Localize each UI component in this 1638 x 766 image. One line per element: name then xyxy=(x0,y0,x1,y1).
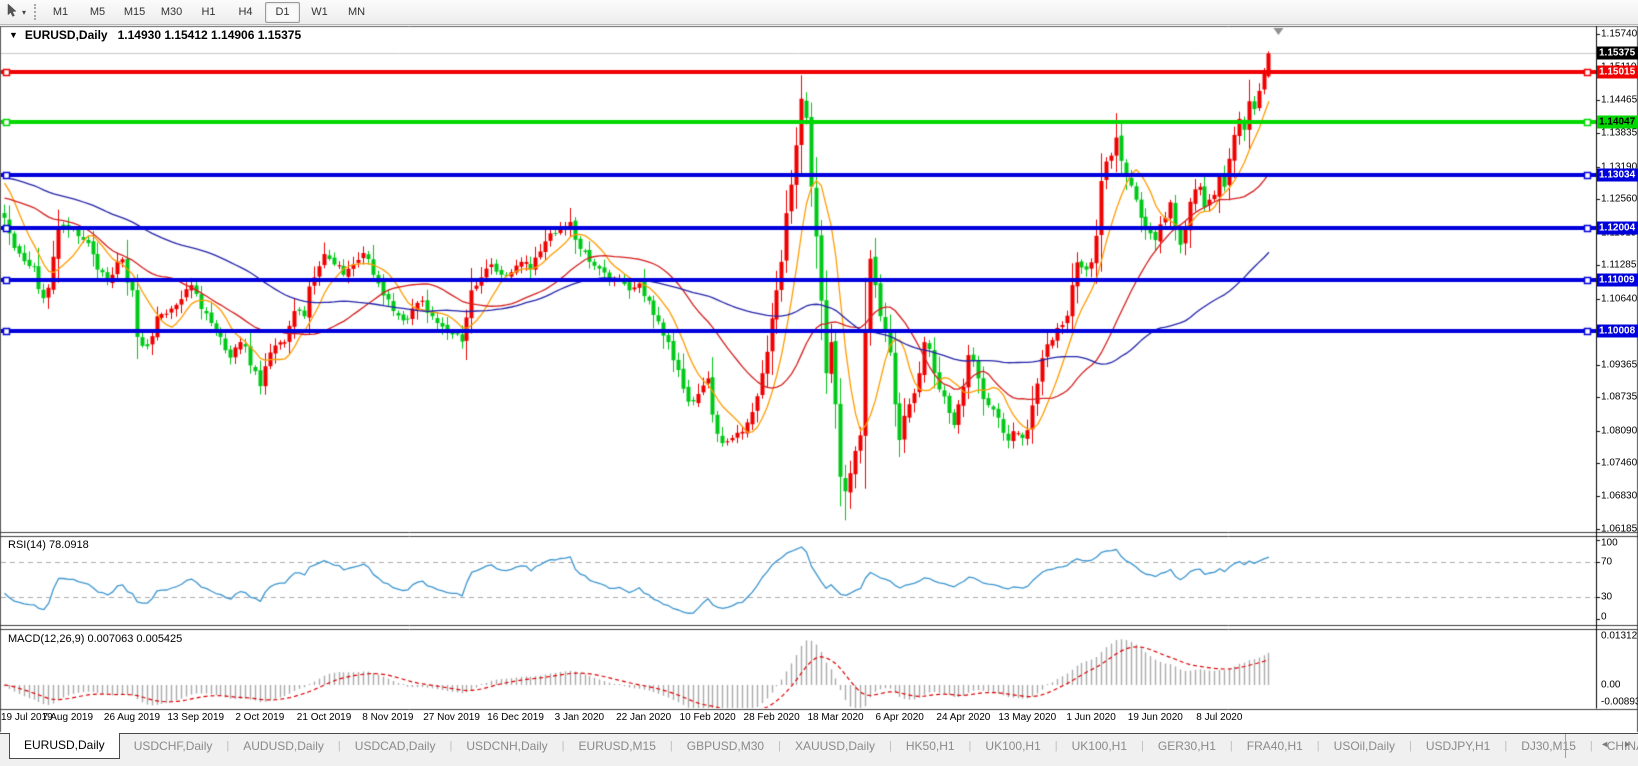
toolbar-grip xyxy=(34,4,37,20)
price-tick-label: 1.13835 xyxy=(1601,127,1638,139)
chart-tab-usdcnh-daily[interactable]: USDCNH,Daily xyxy=(452,734,561,759)
date-tick-label: 7 Aug 2019 xyxy=(42,712,94,723)
timeframe-button-d1[interactable]: D1 xyxy=(265,1,301,23)
hline-price-label: 1.15015 xyxy=(1597,65,1638,79)
rsi-tick-label: 70 xyxy=(1601,556,1613,568)
date-tick-label: 10 Feb 2020 xyxy=(679,712,736,723)
chart-tab-eurusd-m15[interactable]: EURUSD,M15 xyxy=(565,734,670,759)
date-tick-label: 27 Nov 2019 xyxy=(423,712,480,723)
date-tick-label: 26 Aug 2019 xyxy=(103,712,161,723)
date-tick-label: 21 Oct 2019 xyxy=(296,712,352,723)
price-tick-label: 1.11285 xyxy=(1601,259,1637,271)
timeframe-button-m5[interactable]: M5 xyxy=(80,2,115,23)
cursor-tool-icon xyxy=(6,2,19,22)
date-tick-label: 24 Apr 2020 xyxy=(936,712,991,723)
chart-tab-hk50-h1[interactable]: HK50,H1 xyxy=(892,734,969,759)
tabs-scroll-right-icon[interactable]: ► xyxy=(1623,739,1632,749)
chart-canvas[interactable] xyxy=(0,0,1638,766)
hline-price-label: 1.11009 xyxy=(1597,273,1638,286)
tab-bar-divider xyxy=(1565,734,1566,758)
date-tick-label: 22 Jan 2020 xyxy=(616,712,672,723)
price-tick-label: 1.08090 xyxy=(1601,425,1638,437)
price-tick-label: 1.14465 xyxy=(1601,94,1638,106)
rsi-tick-label: 30 xyxy=(1601,591,1613,603)
date-tick-label: 28 Feb 2020 xyxy=(743,712,800,723)
price-tick-label: 1.06830 xyxy=(1601,490,1638,502)
current-price-label: 1.15375 xyxy=(1597,46,1638,60)
macd-indicator-label: MACD(12,26,9) 0.007063 0.005425 xyxy=(8,633,183,645)
timeframe-button-h1[interactable]: H1 xyxy=(191,2,226,23)
timeframe-button-m15[interactable]: M15 xyxy=(117,2,152,23)
date-tick-label: 2 Oct 2019 xyxy=(235,712,285,723)
chart-tab-audusd-daily[interactable]: AUDUSD,Daily xyxy=(229,734,338,759)
top-toolbar: ▾ M1 M5 M15 M30 H1 H4 D1 W1 MN xyxy=(0,0,1638,25)
date-tick-label: 8 Jul 2020 xyxy=(1196,712,1243,723)
timeframe-button-m1[interactable]: M1 xyxy=(43,2,78,23)
price-tick-label: 1.15740 xyxy=(1601,28,1638,40)
price-tick-label: 1.10640 xyxy=(1601,293,1638,305)
macd-tick-label: -0.008933 xyxy=(1601,696,1638,708)
date-tick-label: 16 Dec 2019 xyxy=(487,712,544,723)
price-tick-label: 1.07460 xyxy=(1601,457,1638,469)
timeframe-button-h4[interactable]: H4 xyxy=(228,2,263,23)
chart-tab-usdchf-daily[interactable]: USDCHF,Daily xyxy=(120,734,227,759)
date-tick-label: 18 Mar 2020 xyxy=(807,712,864,723)
timeframe-button-w1[interactable]: W1 xyxy=(302,2,337,23)
chart-tab-usdjpy-h1[interactable]: USDJPY,H1 xyxy=(1412,734,1504,759)
chart-symbol-label: EURUSD,Daily xyxy=(24,28,108,42)
date-tick-label: 3 Jan 2020 xyxy=(554,712,605,723)
tabs-scroll-left-icon[interactable]: ◄ xyxy=(1600,739,1609,749)
hline-price-label: 1.12004 xyxy=(1597,221,1638,235)
cursor-tool-button[interactable]: ▾ xyxy=(2,2,30,22)
date-tick-label: 19 Jun 2020 xyxy=(1127,712,1183,723)
chart-tab-uk100-h1[interactable]: UK100,H1 xyxy=(971,734,1054,759)
hline-price-label: 1.10008 xyxy=(1597,324,1638,338)
price-tick-label: 1.08735 xyxy=(1601,391,1638,403)
date-tick-label: 8 Nov 2019 xyxy=(362,712,414,723)
timeframe-button-mn[interactable]: MN xyxy=(339,2,374,23)
collapse-chart-icon[interactable]: ▼ xyxy=(9,30,18,40)
price-tick-label: 1.12560 xyxy=(1601,193,1638,205)
chart-tab-eurusd-daily[interactable]: EURUSD,Daily xyxy=(9,733,120,759)
chart-tab-bar: EURUSD,Daily USDCHF,Daily | AUDUSD,Daily | US… xyxy=(0,733,1638,766)
hline-price-label: 1.13034 xyxy=(1597,168,1638,182)
chart-title: ▼ EURUSD,Daily 1.14930 1.15412 1.14906 1… xyxy=(9,28,301,42)
chart-tab-fra40-h1[interactable]: FRA40,H1 xyxy=(1233,734,1317,759)
rsi-tick-label: 0 xyxy=(1601,611,1607,623)
timeframe-button-m30[interactable]: M30 xyxy=(154,2,189,23)
chart-tab-uk100-h1[interactable]: UK100,H1 xyxy=(1058,734,1141,759)
chevron-down-icon: ▾ xyxy=(22,7,27,17)
price-tick-label: 1.06185 xyxy=(1601,523,1638,535)
macd-tick-label: 0.013121 xyxy=(1601,630,1638,642)
date-tick-label: 1 Jun 2020 xyxy=(1066,712,1116,723)
chart-tab-xauusd-daily[interactable]: XAUUSD,Daily xyxy=(781,734,889,759)
chart-tabs: EURUSD,Daily USDCHF,Daily | AUDUSD,Daily | US… xyxy=(9,733,1638,759)
rsi-indicator-label: RSI(14) 78.0918 xyxy=(8,539,89,551)
timeframe-button-group: M1 M5 M15 M30 H1 H4 D1 W1 MN xyxy=(42,1,375,23)
date-tick-label: 13 Sep 2019 xyxy=(167,712,225,723)
chart-tab-gbpusd-m30[interactable]: GBPUSD,M30 xyxy=(673,734,778,759)
date-tick-label: 13 May 2020 xyxy=(998,712,1057,723)
chart-tab-usoil-daily[interactable]: USOil,Daily xyxy=(1320,734,1409,759)
chart-tab-usdcad-daily[interactable]: USDCAD,Daily xyxy=(341,734,450,759)
date-tick-label: 6 Apr 2020 xyxy=(875,712,924,723)
hline-price-label: 1.14047 xyxy=(1597,115,1638,129)
chart-ohlc-values: 1.14930 1.15412 1.14906 1.15375 xyxy=(117,28,302,42)
chart-tab-dj30-m15[interactable]: DJ30,M15 xyxy=(1507,734,1590,759)
price-tick-label: 1.09365 xyxy=(1601,359,1638,371)
chart-tab-ger30-h1[interactable]: GER30,H1 xyxy=(1144,734,1230,759)
rsi-tick-label: 100 xyxy=(1601,537,1618,549)
macd-tick-label: 0.00 xyxy=(1601,679,1621,691)
